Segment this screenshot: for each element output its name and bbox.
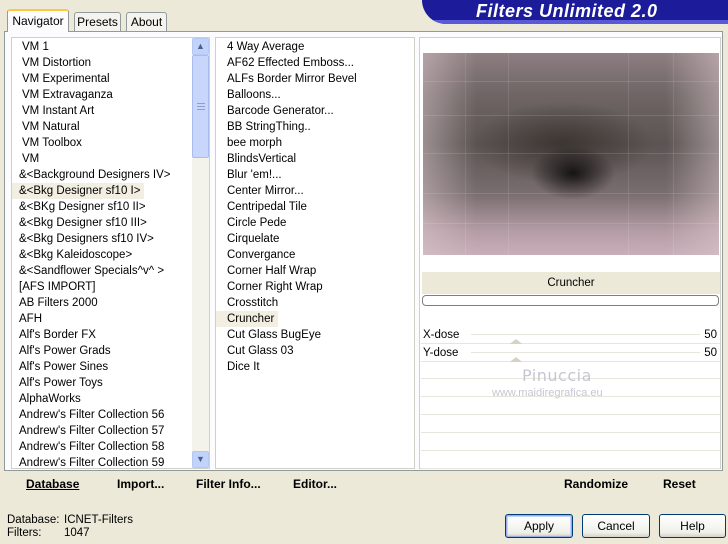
filter-item[interactable]: Circle Pede — [216, 215, 290, 231]
param-value: 50 — [704, 347, 717, 359]
param-label: X-dose — [423, 329, 460, 341]
apply-button[interactable]: Apply — [505, 514, 573, 538]
preview-image — [423, 53, 719, 255]
app-banner: Filters Unlimited 2.0 — [422, 0, 728, 24]
progress-bar — [422, 295, 719, 306]
category-item[interactable]: VM Experimental — [12, 71, 114, 87]
filter-item[interactable]: Cruncher — [216, 311, 279, 327]
left-toolbar: Database Import... Filter Info... Editor… — [4, 471, 414, 497]
editor-button[interactable]: Editor... — [293, 471, 337, 497]
filter-item[interactable]: Dice It — [216, 359, 264, 375]
import-button[interactable]: Import... — [117, 471, 164, 497]
filter-item[interactable]: Centripedal Tile — [216, 199, 311, 215]
category-list[interactable]: VM 1 VM Distortion VM Experimental VM Extra… — [11, 37, 210, 469]
category-item[interactable]: Andrew's Filter Collection 58 — [12, 439, 168, 455]
filter-item[interactable]: BB StringThing.. — [216, 119, 315, 135]
category-item[interactable]: VM Natural — [12, 119, 84, 135]
randomize-button[interactable]: Randomize — [564, 471, 628, 497]
watermark-title: Pinuccia — [522, 366, 592, 385]
filter-item[interactable]: Blur 'em!... — [216, 167, 286, 183]
filter-item[interactable]: AF62 Effected Emboss... — [216, 55, 358, 71]
param-label: Y-dose — [423, 347, 459, 359]
filter-name-label: Cruncher — [422, 272, 720, 295]
category-item[interactable]: VM Extravaganza — [12, 87, 117, 103]
category-item[interactable]: &<BKg Designer sf10 II> — [12, 199, 150, 215]
filter-item[interactable]: bee morph — [216, 135, 286, 151]
empty-param-row — [421, 452, 720, 469]
tab-about[interactable]: About — [126, 12, 167, 31]
category-item[interactable]: &<Bkg Designer sf10 I> — [12, 183, 145, 199]
watermark-url: www.maidiregrafica.eu — [492, 387, 603, 399]
filter-item[interactable]: Convergance — [216, 247, 299, 263]
reset-button[interactable]: Reset — [663, 471, 696, 497]
database-button[interactable]: Database — [26, 471, 79, 497]
tab-navigator[interactable]: Navigator — [7, 9, 69, 32]
category-item[interactable]: VM 1 — [12, 39, 53, 55]
filters-count-label: Filters: — [7, 527, 42, 539]
empty-param-row — [421, 398, 720, 415]
category-item[interactable]: AlphaWorks — [12, 391, 85, 407]
param-value: 50 — [704, 329, 717, 341]
category-item[interactable]: AFH — [12, 311, 46, 327]
database-status-value: ICNET-Filters — [64, 514, 133, 526]
category-item[interactable]: Andrew's Filter Collection 59 — [12, 455, 168, 468]
category-item[interactable]: VM Distortion — [12, 55, 95, 71]
category-item[interactable]: &<Bkg Designers sf10 IV> — [12, 231, 158, 247]
category-item[interactable]: VM — [12, 151, 43, 167]
help-button[interactable]: Help — [659, 514, 726, 538]
y-dose-slider[interactable]: Y-dose 50 — [421, 344, 720, 365]
filter-item[interactable]: Corner Half Wrap — [216, 263, 320, 279]
filter-list[interactable]: 4 Way Average AF62 Effected Emboss... ALFs… — [215, 37, 415, 469]
category-item[interactable]: Andrew's Filter Collection 57 — [12, 423, 168, 439]
category-item[interactable]: AB Filters 2000 — [12, 295, 102, 311]
cancel-button[interactable]: Cancel — [582, 514, 650, 538]
category-item[interactable]: Alf's Power Grads — [12, 343, 115, 359]
filter-item[interactable]: Cut Glass BugEye — [216, 327, 325, 343]
category-item[interactable]: &<Background Designers IV> — [12, 167, 175, 183]
filter-item[interactable]: 4 Way Average — [216, 39, 308, 55]
database-status-label: Database: — [7, 514, 60, 526]
filter-item[interactable]: Cirquelate — [216, 231, 283, 247]
empty-param-row — [421, 416, 720, 433]
category-item[interactable]: Alf's Power Toys — [12, 375, 107, 391]
chevron-up-icon[interactable]: ▲ — [192, 38, 209, 55]
x-dose-slider[interactable]: X-dose 50 — [421, 326, 720, 347]
chevron-down-icon[interactable]: ▼ — [192, 451, 209, 468]
filter-item[interactable]: Barcode Generator... — [216, 103, 338, 119]
category-item[interactable]: VM Toolbox — [12, 135, 86, 151]
filter-item[interactable]: Crosstitch — [216, 295, 282, 311]
app-title: Filters Unlimited 2.0 — [476, 1, 658, 21]
category-item[interactable]: &<Bkg Designer sf10 III> — [12, 215, 151, 231]
tab-presets[interactable]: Presets — [74, 12, 121, 31]
category-item[interactable]: &<Sandflower Specials^v^ > — [12, 263, 168, 279]
filter-item[interactable]: BlindsVertical — [216, 151, 300, 167]
filter-item[interactable]: ALFs Border Mirror Bevel — [216, 71, 361, 87]
category-item[interactable]: Alf's Border FX — [12, 327, 100, 343]
category-item[interactable]: VM Instant Art — [12, 103, 98, 119]
category-item[interactable]: Andrew's Filter Collection 56 — [12, 407, 168, 423]
filters-count-value: 1047 — [64, 527, 90, 539]
right-toolbar: Randomize Reset — [419, 471, 721, 497]
filter-item[interactable]: Balloons... — [216, 87, 285, 103]
empty-param-row — [421, 434, 720, 451]
category-item[interactable]: [AFS IMPORT] — [12, 279, 99, 295]
category-scrollbar[interactable]: ▲ ▼ — [192, 38, 209, 468]
filter-item[interactable]: Cut Glass 03 — [216, 343, 297, 359]
scroll-thumb[interactable] — [192, 55, 209, 158]
filter-info-button[interactable]: Filter Info... — [196, 471, 261, 497]
filter-item[interactable]: Center Mirror... — [216, 183, 308, 199]
filter-item[interactable]: Corner Right Wrap — [216, 279, 327, 295]
category-item[interactable]: &<Bkg Kaleidoscope> — [12, 247, 136, 263]
category-item[interactable]: Alf's Power Sines — [12, 359, 112, 375]
